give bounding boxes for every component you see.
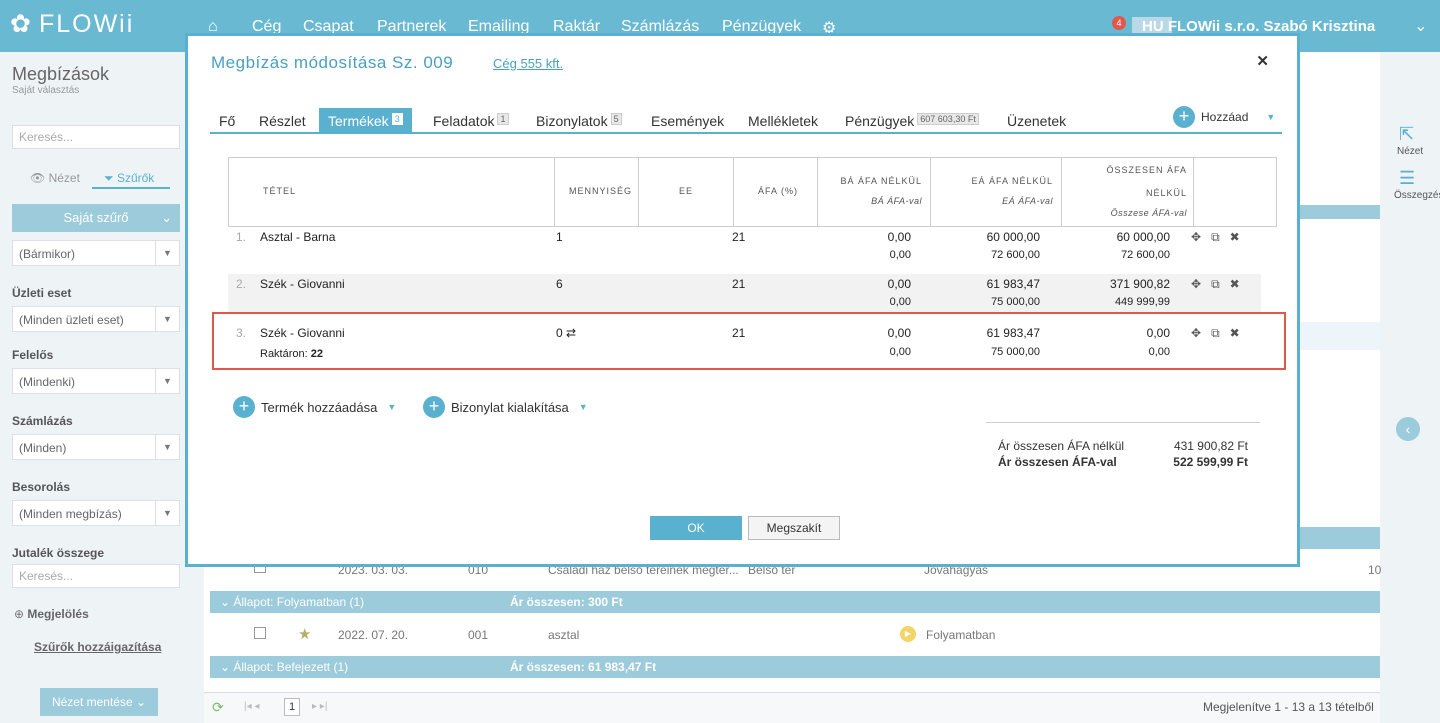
logo-icon: ✿ <box>10 10 33 38</box>
pager-first-icon[interactable]: |◂ ◂ <box>244 701 259 712</box>
close-icon[interactable]: ✕ <box>1256 52 1269 70</box>
tab-bizonylatok[interactable]: Bizonylatok 5 <box>527 108 631 134</box>
tab-mellekletek[interactable]: Mellékletek <box>739 108 827 134</box>
billing-label: Számlázás <box>12 414 73 428</box>
copy-icon[interactable]: ⧉ <box>1211 326 1220 341</box>
star-icon[interactable]: ★ <box>298 625 311 643</box>
table-row[interactable]: 2. Szék - Giovanni 6 21 0,00 0,00 61 983… <box>228 274 1261 312</box>
delete-icon[interactable]: ✖ <box>1230 230 1240 245</box>
delete-icon[interactable]: ✖ <box>1230 326 1240 341</box>
copy-icon[interactable]: ⧉ <box>1211 230 1220 245</box>
owner-label: Felelős <box>12 348 54 362</box>
owner-select[interactable]: (Mindenki) ▼ <box>12 368 180 394</box>
billing-select[interactable]: (Minden) ▼ <box>12 434 180 460</box>
play-icon: ▶ <box>900 626 916 642</box>
pager-next-icon[interactable]: ▸ ▸| <box>312 701 327 712</box>
marking-toggle[interactable]: ⊕ Megjelölés <box>14 607 89 621</box>
save-view-button[interactable]: Nézet mentése ⌄ <box>40 688 158 716</box>
tab-esemenyek[interactable]: Események <box>642 108 733 134</box>
right-toolbar: ⇱ Nézet ☰ Összegzés ‹ <box>1381 52 1440 723</box>
modal-title: Megbízás módosítása Sz. 009 <box>211 53 454 72</box>
chevron-down-icon[interactable]: ⌄ <box>1414 16 1427 36</box>
cancel-button[interactable]: Megszakít <box>748 516 840 540</box>
list-icon[interactable]: ☰ <box>1399 168 1415 189</box>
own-filter-button[interactable]: Saját szűrő ⌄ <box>12 204 180 232</box>
pager: ⟳ |◂ ◂ 1 ▸ ▸| Megjelenítve 1 - 13 a 13 t… <box>204 692 1380 723</box>
plus-icon: + <box>233 396 255 418</box>
summary-label: Összegzés <box>1394 190 1440 201</box>
sidebar-search-input[interactable]: Keresés... <box>12 125 180 149</box>
class-select[interactable]: (Minden megbízás) ▼ <box>12 500 180 526</box>
commission-label: Jutalék összege <box>12 546 105 560</box>
class-label: Besorolás <box>12 480 71 494</box>
move-icon[interactable]: ✥ <box>1191 277 1201 292</box>
products-table-header: TÉTEL MENNYISÉG EE ÁFA (%) BÁ ÁFA NÉLKÜL… <box>228 157 1277 227</box>
view-tab[interactable]: 👁 Nézet <box>30 171 80 185</box>
table-row[interactable]: 1. Asztal - Barna 1 21 0,00 0,00 60 000,… <box>228 230 1261 275</box>
totals-box: Ár összesen ÁFA nélkül 431 900,82 Ft Ár ö… <box>986 422 1260 471</box>
tab-penzugyek[interactable]: Pénzügyek 607 603,30 Ft <box>836 108 988 134</box>
caret-down-icon: ▼ <box>387 402 397 412</box>
edit-view-icon[interactable]: ⇱ <box>1399 124 1414 145</box>
company-link[interactable]: Cég 555 kft. <box>493 56 563 71</box>
tab-fo[interactable]: Fő <box>210 108 244 134</box>
assign-filters-link[interactable]: Szűrők hozzáigazítása <box>34 640 161 654</box>
tab-uzenetek[interactable]: Üzenetek <box>998 108 1075 134</box>
business-label: Üzleti eset <box>12 286 72 300</box>
create-document-button[interactable]: + Bizonylat kialakítása ▼ <box>423 396 588 418</box>
plus-icon: + <box>1173 106 1195 128</box>
sidebar: Megbízások Saját választás Keresés... 👁 … <box>0 52 192 723</box>
chevron-left-icon[interactable]: ‹ <box>1396 417 1420 441</box>
chevron-down-icon: ⌄ <box>161 210 172 225</box>
filter-tab[interactable]: ⏷ Szűrők <box>92 165 170 189</box>
sidebar-subtitle: Saját választás <box>12 85 80 96</box>
date-select[interactable]: (Bármikor) ▼ <box>12 240 180 266</box>
modal-tabs: Fő Részlet Termékek 3 Feladatok 1 Bizonyla… <box>210 108 1282 134</box>
move-icon[interactable]: ✥ <box>1191 230 1201 245</box>
plus-icon: + <box>423 396 445 418</box>
move-icon[interactable]: ✥ <box>1191 326 1201 341</box>
edit-order-modal: Megbízás módosítása Sz. 009 Cég 555 kft.… <box>185 33 1300 567</box>
caret-down-icon: ▼ <box>1266 112 1276 122</box>
add-product-button[interactable]: + Termék hozzáadása ▼ <box>233 396 396 418</box>
logo[interactable]: ✿ FLOWii <box>10 9 134 39</box>
table-row[interactable]: 3. Szék - Giovanni Raktáron: 22 0 ⇄ 21 0… <box>228 323 1261 368</box>
tab-feladatok[interactable]: Feladatok 1 <box>424 108 518 134</box>
caret-down-icon: ▼ <box>578 402 588 412</box>
refresh-icon[interactable]: ⟳ <box>212 699 224 716</box>
swap-icon[interactable]: ⇄ <box>566 326 576 340</box>
tab-reszlet[interactable]: Részlet <box>250 108 315 134</box>
commission-input[interactable]: Keresés... <box>12 564 180 588</box>
delete-icon[interactable]: ✖ <box>1230 277 1240 292</box>
add-button[interactable]: + Hozzáad ▼ <box>1173 106 1275 128</box>
pager-info: Megjelenítve 1 - 13 a 13 tételből <box>1203 700 1374 714</box>
view-label: Nézet <box>1397 146 1424 157</box>
table-row[interactable]: ★ 2022. 07. 20. 001 asztal ▶ Folyamatban <box>210 625 1380 655</box>
copy-icon[interactable]: ⧉ <box>1211 277 1220 292</box>
ok-button[interactable]: OK <box>650 516 742 540</box>
page-input[interactable]: 1 <box>284 698 300 716</box>
tab-termekek[interactable]: Termékek 3 <box>319 108 412 134</box>
group-completed[interactable]: ⌄ Állapot: Befejezett (1) Ár összesen: 61… <box>210 656 1380 678</box>
notification-badge[interactable]: 4 <box>1112 16 1126 30</box>
group-in-progress[interactable]: ⌄ Állapot: Folyamatban (1) Ár összesen: 3… <box>210 591 1380 613</box>
sidebar-title: Megbízások <box>12 64 110 84</box>
business-select[interactable]: (Minden üzleti eset) ▼ <box>12 306 180 332</box>
row-checkbox[interactable] <box>254 627 266 639</box>
